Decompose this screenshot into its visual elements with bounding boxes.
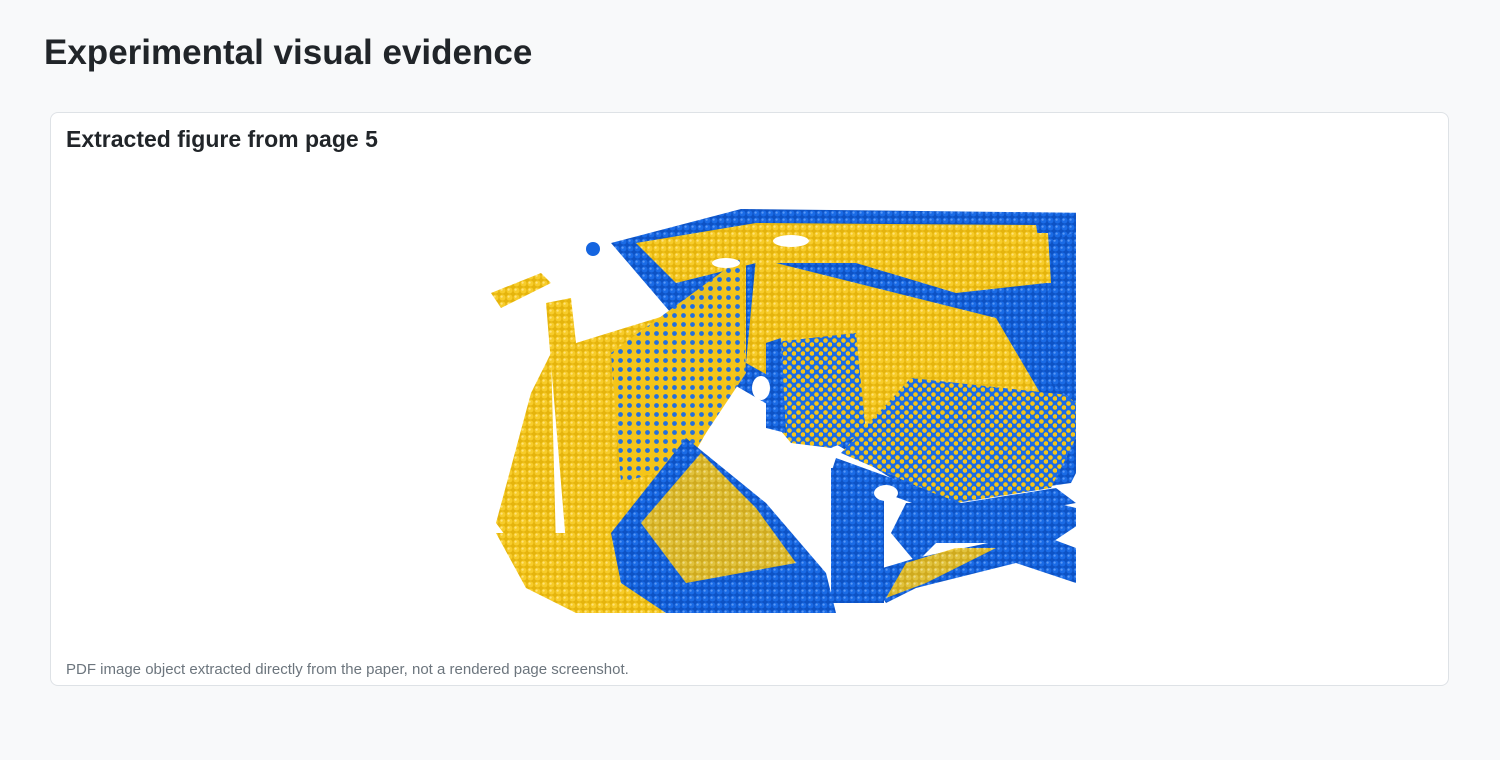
figure-caption: PDF image object extracted directly from…: [66, 661, 629, 678]
figure-card-title: Extracted figure from page 5: [66, 126, 378, 152]
page-title: Experimental visual evidence: [44, 33, 533, 72]
left-edge-cluster: [491, 242, 600, 308]
floor-blue-right: [866, 533, 1076, 603]
figure-card: Extracted figure from page 5 PDF image o…: [50, 112, 1449, 686]
point-cloud-render: [491, 209, 1076, 613]
extracted-figure-image: [436, 203, 1076, 613]
chair-blue: [766, 333, 866, 448]
